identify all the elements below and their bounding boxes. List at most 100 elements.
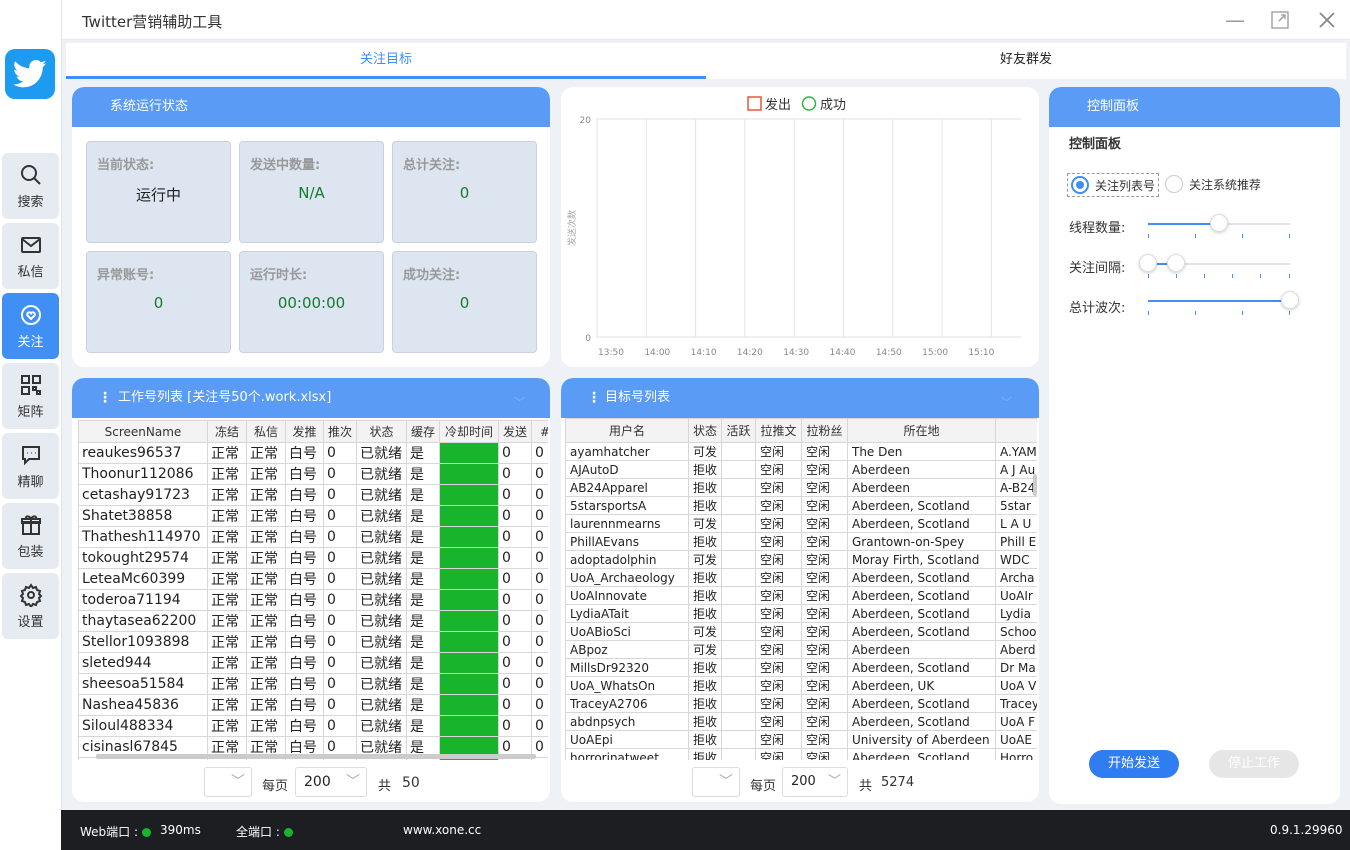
table-row[interactable]: AB24Apparel 拒收 空闲 空闲 Aberdeen A-B24 — [565, 478, 1037, 497]
table-row[interactable]: UoABioSci 可发 空闲 空闲 Aberdeen, Scotland Schoo — [565, 622, 1037, 641]
table-cell: 0 — [498, 715, 532, 737]
site-link[interactable]: www.xone.cc — [403, 823, 481, 837]
horizontal-scrollbar[interactable] — [96, 754, 536, 759]
table-row[interactable]: Thathesh114970 正常 正常 白号 0 已就绪是 0 0 — [78, 526, 548, 548]
target-col-header[interactable]: 用户名 — [565, 418, 689, 443]
table-row[interactable]: ABpoz 可发 空闲 空闲 Aberdeen Aberd — [565, 640, 1037, 659]
work-col-header[interactable]: 发送 — [498, 420, 532, 443]
work-col-header[interactable]: ScreenName — [78, 420, 208, 443]
table-row[interactable]: UoAInnovate 拒收 空闲 空闲 Aberdeen, Scotland UoAIr — [565, 586, 1037, 605]
drag-handle-icon[interactable]: ⋮ — [587, 390, 601, 406]
minimize-icon[interactable]: — — [1224, 8, 1246, 32]
target-col-header[interactable]: 活跃 — [721, 418, 756, 443]
table-row[interactable]: laurennmearns 可发 空闲 空闲 Aberdeen, Scotland L A… — [565, 514, 1037, 533]
table-row[interactable]: reaukes96537 正常 正常 白号 0 已就绪是 0 0 — [78, 442, 548, 464]
table-row[interactable]: LydiaATait 拒收 空闲 空闲 Aberdeen, Scotland Lydia — [565, 604, 1037, 623]
work-col-header[interactable]: 冻结 — [207, 420, 247, 443]
table-row[interactable]: tokought29574 正常 正常 白号 0 已就绪是 0 0 — [78, 547, 548, 569]
table-row[interactable]: abdnpsych 拒收 空闲 空闲 Aberdeen, Scotland UoA F — [565, 712, 1037, 731]
target-col-header[interactable]: 拉推文 — [755, 418, 802, 443]
close-icon[interactable] — [1316, 9, 1338, 31]
slider-thumb[interactable] — [1281, 291, 1299, 309]
page-select[interactable]: ﹀ — [692, 767, 740, 797]
stop-work-button[interactable]: 停止工作 — [1209, 750, 1299, 778]
table-row[interactable]: adoptadolphin 可发 空闲 空闲 Moray Firth, Scotland… — [565, 550, 1037, 569]
drag-handle-icon[interactable]: ⋮ — [98, 390, 112, 406]
interval-slider[interactable] — [1139, 254, 1290, 278]
table-cell: 白号 — [285, 568, 324, 590]
table-row[interactable]: 5starsportsA 拒收 空闲 空闲 Aberdeen, Scotland 5sta… — [565, 496, 1037, 515]
stat-label: 成功关注: — [403, 268, 461, 283]
work-col-header[interactable]: 发推 — [285, 420, 324, 443]
table-row[interactable]: Stellor1093898 正常 正常 白号 0 已就绪是 0 0 — [78, 631, 548, 653]
table-row[interactable]: Nashea45836 正常 正常 白号 0 已就绪是 0 0 — [78, 694, 548, 716]
chevron-down-icon[interactable]: ﹀ — [514, 394, 525, 410]
threads-slider[interactable] — [1148, 214, 1290, 238]
table-row[interactable]: UoAEpi 拒收 空闲 空闲 University of Aberdeen UoAE — [565, 730, 1037, 749]
radio-follow-list[interactable]: 关注列表号 — [1067, 173, 1160, 197]
rounds-slider[interactable] — [1148, 291, 1299, 315]
table-row[interactable]: sleted944 正常 正常 白号 0 已就绪是 0 0 — [78, 652, 548, 674]
table-row[interactable]: MillsDr92320 拒收 空闲 空闲 Aberdeen, Scotland Dr M… — [565, 658, 1037, 677]
slider-thumb-min[interactable] — [1139, 254, 1157, 272]
table-cell: 正常 — [207, 463, 247, 485]
work-col-header[interactable]: 推次 — [323, 420, 357, 443]
table-row[interactable]: UoA_Archaeology 拒收 空闲 空闲 Aberdeen, Scotland A… — [565, 568, 1037, 587]
per-page-select[interactable]: 200 ﹀ — [295, 767, 367, 797]
vertical-scrollbar[interactable] — [1033, 474, 1037, 496]
table-cell: 已就绪 — [356, 463, 407, 485]
table-row[interactable]: LeteaMc60399 正常 正常 白号 0 已就绪是 0 0 — [78, 568, 548, 590]
sidebar-item-chat[interactable]: 精聊 — [2, 433, 59, 499]
per-page-select[interactable]: 200 ﹀ — [782, 767, 848, 797]
table-cell: 0 — [323, 568, 357, 590]
sidebar-item-settings[interactable]: 设置 — [2, 573, 59, 639]
table-cell: 0 — [498, 505, 532, 527]
table-cell: PhillAEvans — [565, 532, 689, 551]
table-row[interactable]: TraceyA2706 拒收 空闲 空闲 Aberdeen, Scotland Trace… — [565, 694, 1037, 713]
work-col-header[interactable]: 冷却时间 — [439, 420, 499, 443]
table-row[interactable]: UoA_WhatsOn 拒收 空闲 空闲 Aberdeen, UK UoA V — [565, 676, 1037, 695]
page-select[interactable]: ﹀ — [204, 767, 252, 797]
slider-thumb-max[interactable] — [1167, 254, 1186, 272]
all-port-text: 全端口 : — [236, 825, 280, 839]
table-row[interactable]: Siloul488334 正常 正常 白号 0 已就绪是 0 0 — [78, 715, 548, 737]
tab-follow-targets[interactable]: 关注目标 — [66, 43, 706, 79]
work-col-header[interactable]: # — [531, 420, 548, 443]
slider-thumb[interactable] — [1210, 214, 1228, 232]
maximize-icon[interactable] — [1269, 9, 1291, 31]
start-sending-button[interactable]: 开始发送 — [1089, 750, 1179, 778]
chevron-down-icon[interactable]: ﹀ — [1001, 394, 1012, 410]
table-cell: 是 — [406, 547, 440, 569]
sidebar-item-package[interactable]: 包装 — [2, 503, 59, 569]
table-row[interactable]: cetashay91723 正常 正常 白号 0 已就绪是 0 0 — [78, 484, 548, 506]
work-col-header[interactable]: 状态 — [356, 420, 407, 443]
table-row[interactable]: AJAutoD 拒收 空闲 空闲 Aberdeen A J Au — [565, 460, 1037, 479]
work-col-header[interactable]: 缓存 — [406, 420, 440, 443]
stat-card-abnormal-accounts: 异常账号: 0 — [86, 251, 231, 353]
target-col-header[interactable]: 状态 — [688, 418, 722, 443]
table-cell: 是 — [406, 505, 440, 527]
table-row[interactable]: ayamhatcher 可发 空闲 空闲 The Den A.YAM — [565, 442, 1037, 461]
table-row[interactable]: Thoonur112086 正常 正常 白号 0 已就绪是 0 0 — [78, 463, 548, 485]
table-row[interactable]: Shatet38858 正常 正常 白号 0 已就绪是 0 0 — [78, 505, 548, 527]
sidebar-item-matrix[interactable]: 矩阵 — [2, 363, 59, 429]
tab-friend-broadcast[interactable]: 好友群发 — [706, 43, 1346, 79]
rounds-label: 总计波次: — [1069, 301, 1126, 316]
sidebar-item-messages[interactable]: 私信 — [2, 223, 59, 289]
target-col-header[interactable] — [995, 418, 1037, 443]
table-cell: 0 — [323, 526, 357, 548]
target-col-header[interactable]: 拉粉丝 — [801, 418, 848, 443]
table-row[interactable]: sheesoa51584 正常 正常 白号 0 已就绪是 0 0 — [78, 673, 548, 695]
radio-system-recommend[interactable]: 关注系统推荐 — [1165, 175, 1261, 193]
target-col-header[interactable]: 所在地 — [847, 418, 996, 443]
table-cell: 0 — [323, 610, 357, 632]
sidebar-item-search[interactable]: 搜索 — [2, 153, 59, 219]
table-row[interactable]: horrorinatweet 拒收 空闲 空闲 Aberdeen, Scotland Ho… — [565, 748, 1037, 760]
work-col-header[interactable]: 私信 — [246, 420, 286, 443]
table-row[interactable]: thaytasea62200 正常 正常 白号 0 已就绪是 0 0 — [78, 610, 548, 632]
sidebar-item-follow[interactable]: 关注 — [2, 293, 59, 359]
table-row[interactable]: toderoa71194 正常 正常 白号 0 已就绪是 0 0 — [78, 589, 548, 611]
stat-value: 00:00:00 — [277, 294, 346, 312]
table-row[interactable]: PhillAEvans 拒收 空闲 空闲 Grantown-on-Spey Phill E — [565, 532, 1037, 551]
table-cell: 空闲 — [801, 460, 848, 479]
